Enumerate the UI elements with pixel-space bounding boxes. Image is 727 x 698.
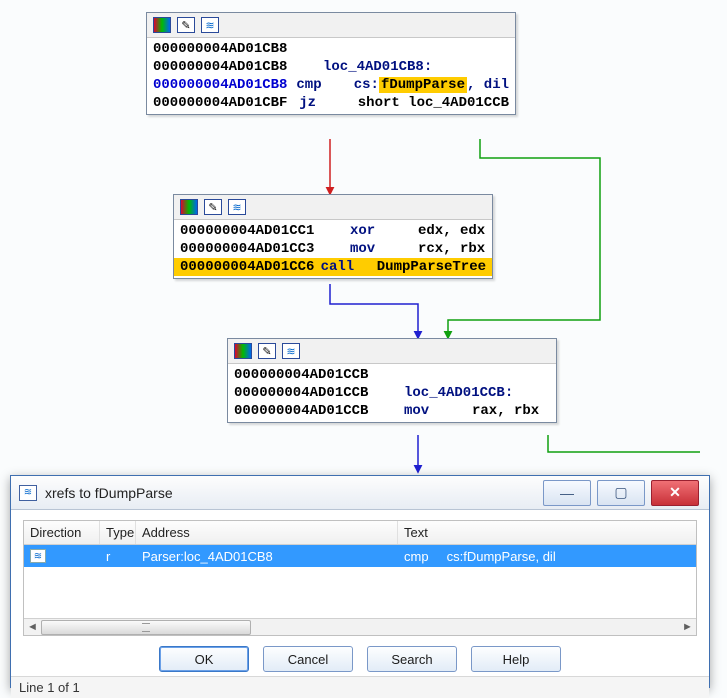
- app-icon: ≋: [19, 485, 37, 501]
- asm-line[interactable]: 000000004AD01CBF jz short loc_4AD01CCB: [147, 94, 515, 112]
- col-text[interactable]: Text: [398, 521, 696, 544]
- scroll-track[interactable]: [41, 620, 679, 635]
- address: 000000004AD01CC3: [180, 240, 350, 258]
- graph-node-2[interactable]: ✎ ≋ 000000004AD01CC1 xor edx, edx 000000…: [173, 194, 493, 279]
- operands: cs:fDumpParse, dil: [354, 76, 509, 94]
- asm-line[interactable]: 000000004AD01CC1 xor edx, edx: [174, 222, 492, 240]
- scroll-right-icon[interactable]: ►: [679, 620, 696, 635]
- maximize-button[interactable]: ▢: [597, 480, 645, 506]
- mnemonic: call: [321, 258, 377, 276]
- xref-icon: ≋: [30, 549, 46, 563]
- asm-line-selected[interactable]: 000000004AD01CC6 call DumpParseTree: [174, 258, 492, 276]
- mnemonic: jz: [299, 94, 358, 112]
- asm-line[interactable]: 000000004AD01CC3 mov rcx, rbx: [174, 240, 492, 258]
- node-header: ✎ ≋: [147, 13, 515, 38]
- address: 000000004AD01CB8: [153, 76, 296, 94]
- graph-icon[interactable]: ≋: [201, 17, 219, 33]
- mnemonic: xor: [350, 222, 418, 240]
- address: 000000004AD01CBF: [153, 94, 299, 112]
- edit-icon[interactable]: ✎: [177, 17, 195, 33]
- dialog-title: xrefs to fDumpParse: [45, 485, 543, 501]
- address: 000000004AD01CCB: [234, 384, 404, 402]
- label: loc_4AD01CCB:: [404, 384, 472, 402]
- graph-icon[interactable]: ≋: [282, 343, 300, 359]
- node-header: ✎ ≋: [174, 195, 492, 220]
- cell-type: r: [100, 549, 136, 564]
- minimize-button[interactable]: —: [543, 480, 591, 506]
- col-direction[interactable]: Direction: [24, 521, 100, 544]
- col-type[interactable]: Type: [100, 521, 136, 544]
- list-header-row: Direction Type Address Text: [24, 521, 696, 545]
- cell-address: Parser:loc_4AD01CB8: [136, 549, 398, 564]
- asm-line[interactable]: 000000004AD01CB8 cmp cs:fDumpParse, dil: [147, 76, 515, 94]
- h-scrollbar[interactable]: ◄ ►: [24, 618, 696, 635]
- operands: edx, edx: [418, 222, 485, 240]
- close-button[interactable]: ✕: [651, 480, 699, 506]
- mnemonic: mov: [404, 402, 472, 420]
- titlebar[interactable]: ≋ xrefs to fDumpParse — ▢ ✕: [11, 476, 709, 510]
- edit-icon[interactable]: ✎: [258, 343, 276, 359]
- address: 000000004AD01CB8: [153, 40, 323, 58]
- list-row[interactable]: ≋ r Parser:loc_4AD01CB8 cmp cs:fDumpPars…: [24, 545, 696, 567]
- operands: short loc_4AD01CCB: [358, 94, 509, 112]
- address: 000000004AD01CCB: [234, 402, 404, 420]
- address: 000000004AD01CC6: [180, 258, 321, 276]
- graph-node-1[interactable]: ✎ ≋ 000000004AD01CB8 000000004AD01CB8 lo…: [146, 12, 516, 115]
- status-bar: Line 1 of 1: [11, 676, 709, 698]
- graph-node-3[interactable]: ✎ ≋ 000000004AD01CCB 000000004AD01CCB lo…: [227, 338, 557, 423]
- scroll-thumb[interactable]: [41, 620, 251, 635]
- xrefs-dialog: ≋ xrefs to fDumpParse — ▢ ✕ Direction Ty…: [10, 475, 710, 688]
- xrefs-list[interactable]: Direction Type Address Text ≋ r Parser:l…: [23, 520, 697, 636]
- label: loc_4AD01CB8:: [323, 58, 391, 76]
- operands: rax, rbx: [472, 402, 539, 420]
- operands: rcx, rbx: [418, 240, 485, 258]
- col-address[interactable]: Address: [136, 521, 398, 544]
- palette-icon[interactable]: [234, 343, 252, 359]
- address: 000000004AD01CC1: [180, 222, 350, 240]
- asm-line[interactable]: 000000004AD01CCB loc_4AD01CCB:: [228, 384, 556, 402]
- palette-icon[interactable]: [153, 17, 171, 33]
- operands: DumpParseTree: [377, 258, 486, 276]
- asm-line[interactable]: 000000004AD01CB8 loc_4AD01CB8:: [147, 58, 515, 76]
- symbol-highlight: fDumpParse: [379, 77, 467, 93]
- cancel-button[interactable]: Cancel: [263, 646, 353, 672]
- edit-icon[interactable]: ✎: [204, 199, 222, 215]
- scroll-left-icon[interactable]: ◄: [24, 620, 41, 635]
- graph-icon[interactable]: ≋: [228, 199, 246, 215]
- address: 000000004AD01CB8: [153, 58, 323, 76]
- palette-icon[interactable]: [180, 199, 198, 215]
- help-button[interactable]: Help: [471, 646, 561, 672]
- address: 000000004AD01CCB: [234, 366, 404, 384]
- asm-line[interactable]: 000000004AD01CCB: [228, 366, 556, 384]
- search-button[interactable]: Search: [367, 646, 457, 672]
- mnemonic: cmp: [296, 76, 353, 94]
- asm-line[interactable]: 000000004AD01CCB mov rax, rbx: [228, 402, 556, 420]
- cell-text: cmp cs:fDumpParse, dil: [398, 549, 696, 564]
- ok-button[interactable]: OK: [159, 646, 249, 672]
- asm-line[interactable]: 000000004AD01CB8: [147, 40, 515, 58]
- mnemonic: mov: [350, 240, 418, 258]
- node-header: ✎ ≋: [228, 339, 556, 364]
